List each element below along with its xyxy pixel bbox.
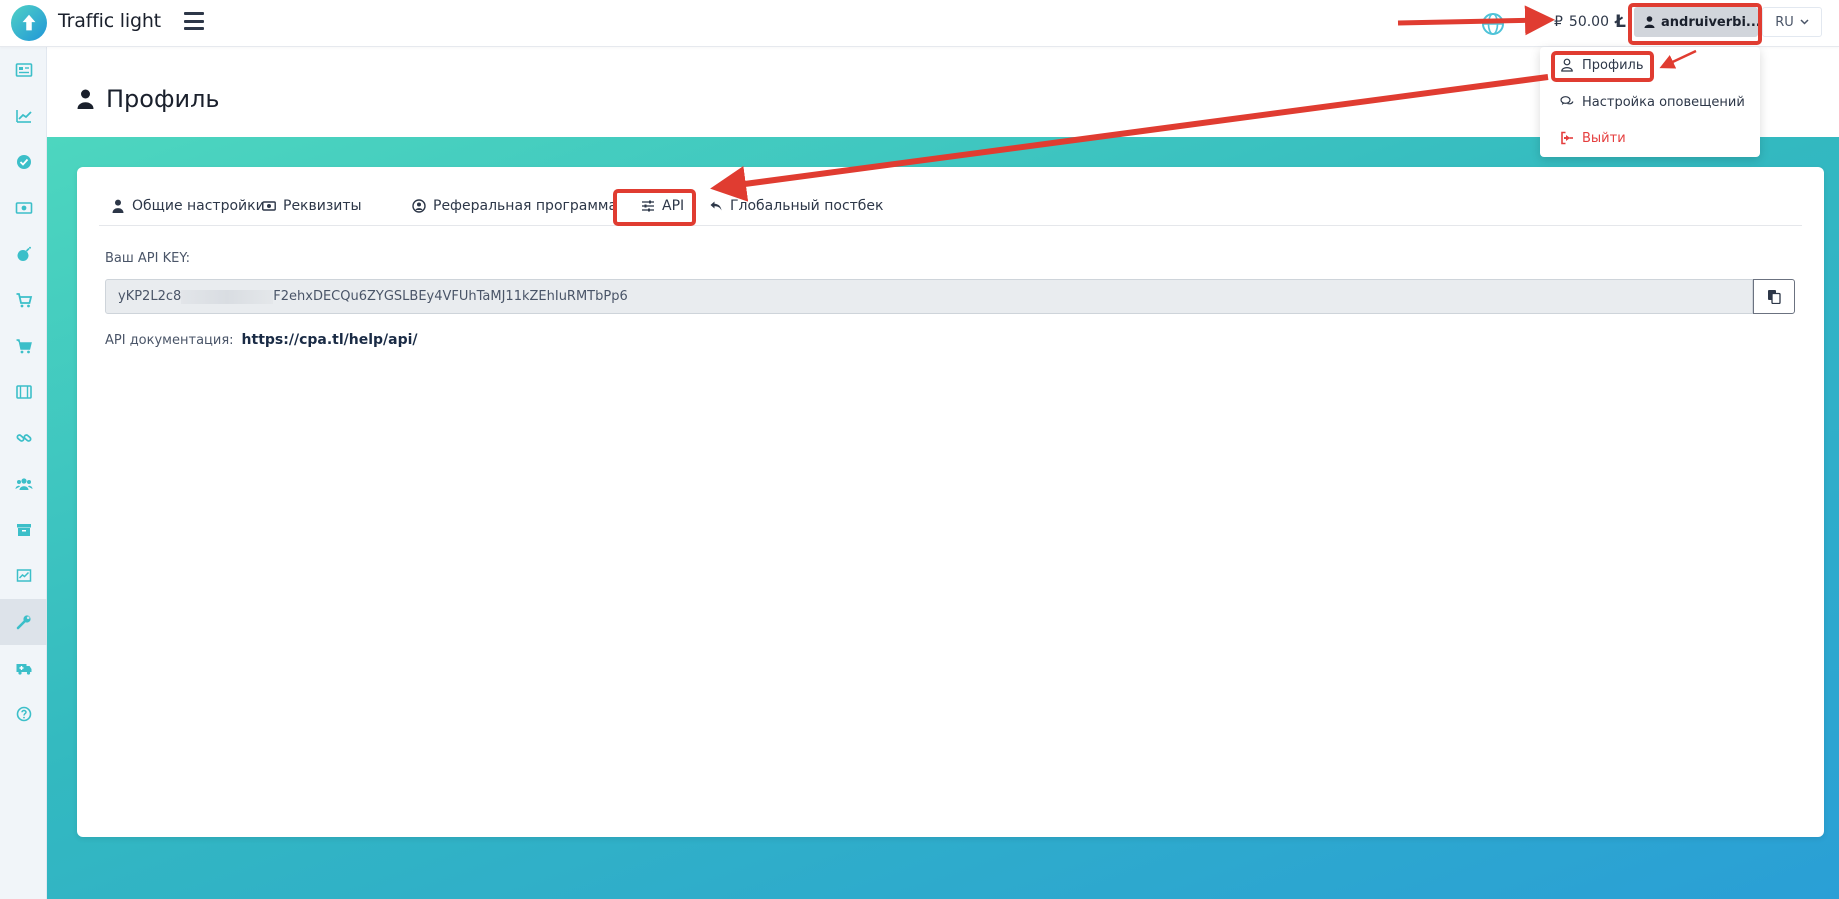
sidebar-item-stats[interactable] (0, 93, 47, 139)
tab-requisites[interactable]: Реквизиты (262, 187, 362, 225)
balance-unit: Ł (1615, 12, 1626, 32)
sidebar-item-links[interactable] (0, 415, 47, 461)
user-outline-icon (1561, 58, 1573, 72)
page-title: Профиль (77, 85, 220, 113)
menu-item-label: Профиль (1582, 57, 1644, 73)
reply-icon (710, 201, 722, 211)
chevron-down-icon (1800, 19, 1809, 25)
tab-label: Общие настройки (132, 198, 265, 214)
profile-tabs: Общие настройки Реквизиты Реферальная пр… (99, 187, 1802, 226)
wrench-icon (16, 615, 31, 630)
dashboard-card-icon (15, 63, 32, 77)
tab-label: Реквизиты (283, 198, 362, 214)
tab-api[interactable]: API (641, 187, 684, 225)
money-bill-icon (15, 202, 32, 214)
user-icon (112, 199, 124, 213)
api-key-field[interactable]: yKP2L2c8 F2ehxDECQu6ZYGSLBEy4VFUhTaMJ11kZ… (105, 279, 1753, 314)
logout-icon (1561, 131, 1573, 145)
menu-toggle-icon[interactable] (184, 12, 204, 30)
sidebar-item-offers[interactable] (0, 231, 47, 277)
api-key-label: Ваш API KEY: (105, 251, 190, 266)
user-icon (77, 89, 94, 109)
globe-icon[interactable] (1480, 11, 1506, 37)
api-key-suffix: F2ehxDECQu6ZYGSLBEy4VFUhTaMJ11kZEhIuRMTb… (273, 289, 628, 304)
ambulance-icon (16, 664, 31, 675)
users-icon (15, 478, 32, 490)
copy-icon (1768, 290, 1781, 304)
chat-bubbles-icon (1560, 96, 1574, 105)
tab-global-postback[interactable]: Глобальный постбек (709, 187, 884, 225)
tab-label: Реферальная программа (433, 198, 618, 214)
menu-item-logout[interactable]: Выйти (1540, 123, 1760, 153)
sidebar-item-finance[interactable] (0, 185, 47, 231)
sidebar-item-archive[interactable] (0, 507, 47, 553)
brand-name[interactable]: Traffic light (58, 10, 161, 32)
api-doc-line: API документация: https://cpa.tl/help/ap… (105, 332, 418, 348)
chart-line-icon (15, 110, 32, 123)
language-value: RU (1775, 14, 1794, 30)
api-key-redacted (181, 289, 274, 304)
sidebar-item-help[interactable] (0, 691, 47, 737)
money-icon (262, 201, 276, 211)
page-title-text: Профиль (106, 85, 220, 113)
user-circle-icon (412, 199, 426, 213)
language-select[interactable]: RU (1762, 7, 1822, 37)
tab-referral-program[interactable]: Реферальная программа (412, 187, 617, 225)
profile-card: Общие настройки Реквизиты Реферальная пр… (77, 167, 1824, 837)
sidebar-item-analytics[interactable] (0, 553, 47, 599)
api-key-prefix: yKP2L2c8 (118, 289, 182, 304)
balance[interactable]: ₽ 50.00 Ł (1554, 12, 1626, 32)
help-circle-icon (16, 706, 31, 722)
tab-label: API (662, 198, 685, 214)
check-circle-icon (16, 155, 31, 169)
menu-item-label: Настройка оповещений (1582, 94, 1745, 110)
bomb-icon (17, 246, 31, 261)
api-doc-link[interactable]: https://cpa.tl/help/api/ (242, 332, 418, 348)
sidebar-item-shop[interactable] (0, 323, 47, 369)
sidebar-item-approved[interactable] (0, 139, 47, 185)
analytics-icon (16, 569, 31, 582)
sidebar-item-tools[interactable] (0, 599, 47, 645)
sidebar-item-promo[interactable] (0, 369, 47, 415)
menu-item-notifications[interactable]: Настройка оповещений (1540, 87, 1760, 117)
tab-general-settings[interactable]: Общие настройки (111, 187, 265, 225)
sidebar-item-orders[interactable] (0, 277, 47, 323)
api-doc-label: API документация: (105, 333, 234, 348)
user-dropdown-menu: Профиль Настройка оповещений Выйти (1540, 47, 1760, 157)
balance-currency: ₽ (1554, 14, 1563, 30)
copy-api-key-button[interactable] (1753, 279, 1795, 314)
cart-alt-icon (16, 339, 32, 354)
user-name: andruiverbi... (1661, 14, 1758, 30)
cart-icon (16, 293, 32, 308)
sidebar-item-referrals[interactable] (0, 461, 47, 507)
menu-item-profile[interactable]: Профиль (1540, 50, 1760, 80)
film-icon (15, 385, 32, 399)
archive-icon (16, 524, 31, 536)
sidebar-item-support[interactable] (0, 645, 47, 691)
tab-label: Глобальный постбек (730, 198, 884, 214)
sidebar (0, 47, 47, 899)
sidebar-item-dashboard[interactable] (0, 47, 47, 93)
top-bar: Traffic light ₽ 50.00 Ł andruiverbi... R… (0, 0, 1839, 47)
menu-item-label: Выйти (1582, 130, 1626, 146)
user-icon (1644, 16, 1655, 28)
logo-icon[interactable] (11, 5, 47, 41)
balance-amount: 50.00 (1568, 14, 1610, 30)
link-icon (16, 434, 31, 442)
user-menu-button[interactable]: andruiverbi... (1634, 7, 1758, 37)
sliders-icon (642, 200, 654, 212)
